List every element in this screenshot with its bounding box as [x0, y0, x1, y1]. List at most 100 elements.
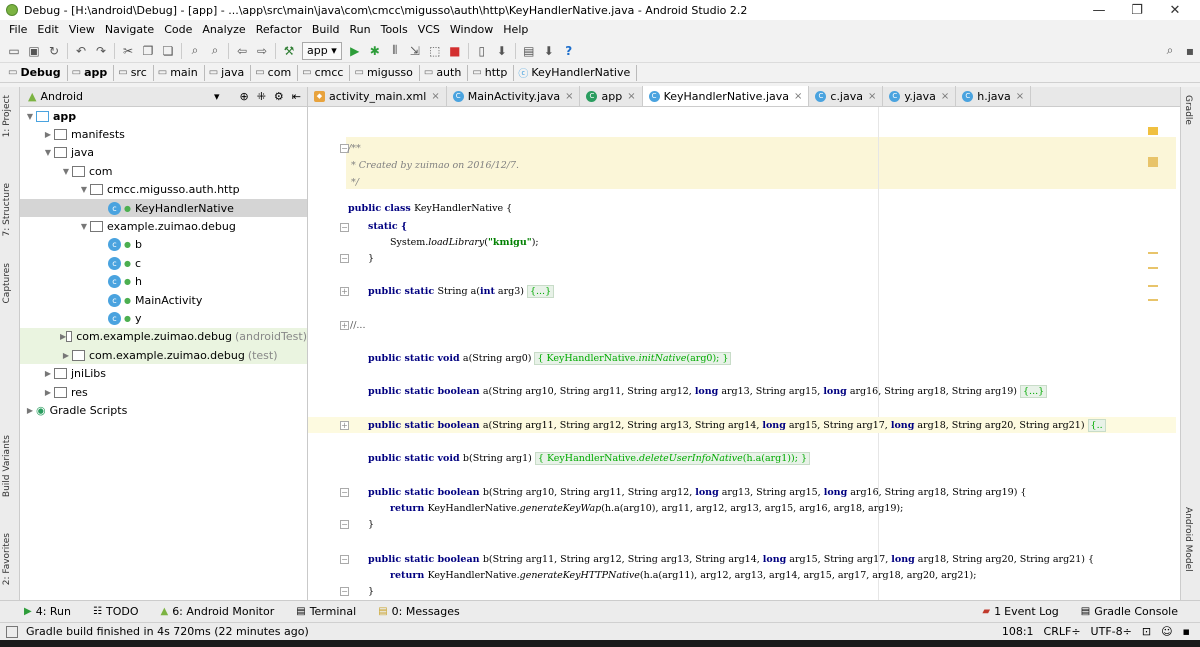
- fold-marker[interactable]: −: [340, 555, 349, 564]
- tree-item[interactable]: ▶ res: [20, 383, 307, 401]
- avd-manager-icon[interactable]: ▯: [472, 41, 492, 61]
- attach-debugger-icon[interactable]: ⬚: [425, 41, 445, 61]
- fold-marker[interactable]: −: [340, 223, 349, 232]
- menu-tools[interactable]: Tools: [376, 23, 413, 36]
- file-encoding[interactable]: UTF-8÷: [1091, 625, 1132, 638]
- tree-item[interactable]: c ● y: [20, 309, 307, 327]
- hector-icon[interactable]: ☺: [1161, 625, 1172, 638]
- tree-item[interactable]: ▼ app: [20, 107, 307, 125]
- folded-block[interactable]: { KeyHandlerNative.deleteUserInfoNative(…: [534, 451, 810, 465]
- tree-item[interactable]: c ● h: [20, 273, 307, 291]
- tool-tab-gradle[interactable]: Gradle: [1183, 95, 1193, 125]
- android-device-monitor-icon[interactable]: ⬇: [539, 41, 559, 61]
- menu-view[interactable]: View: [64, 23, 100, 36]
- menu-file[interactable]: File: [4, 23, 32, 36]
- fold-marker[interactable]: +: [340, 421, 349, 430]
- fold-marker[interactable]: −: [340, 520, 349, 529]
- scroll-marker[interactable]: [1148, 267, 1158, 269]
- close-tab-icon[interactable]: ×: [431, 91, 439, 102]
- breadcrumb-src[interactable]: ▭ src: [114, 64, 154, 81]
- close-button[interactable]: ✕: [1156, 3, 1194, 18]
- sync-icon[interactable]: ↻: [44, 41, 64, 61]
- folded-block[interactable]: {...}: [526, 284, 555, 298]
- replace-icon[interactable]: ⌕: [205, 41, 225, 61]
- run-icon[interactable]: ▶: [345, 41, 365, 61]
- editor-tab[interactable]: Cc.java ×: [809, 86, 884, 106]
- search-everywhere-icon[interactable]: ⌕: [1160, 41, 1180, 61]
- breadcrumb-main[interactable]: ▭ main: [154, 64, 205, 81]
- tool-tab-captures[interactable]: Captures: [2, 263, 12, 303]
- fold-marker[interactable]: +: [340, 287, 349, 296]
- undo-icon[interactable]: ↶: [71, 41, 91, 61]
- caret-position[interactable]: 108:1: [1002, 625, 1034, 638]
- tree-item[interactable]: ▼ cmcc.migusso.auth.http: [20, 181, 307, 199]
- chevron-down-icon[interactable]: ▼: [24, 112, 36, 121]
- breadcrumb-auth[interactable]: ▭ auth: [420, 64, 469, 81]
- gradle-console-tool-button[interactable]: ▤ Gradle Console: [1081, 605, 1178, 618]
- tree-item[interactable]: c ● b: [20, 236, 307, 254]
- profile-icon[interactable]: ⫴: [385, 41, 405, 61]
- scroll-marker[interactable]: [1148, 285, 1158, 287]
- status-message[interactable]: Gradle build finished in 4s 720ms (22 mi…: [26, 625, 1002, 638]
- tree-item[interactable]: ▶ com.example.zuimao.debug (androidTest): [20, 327, 307, 347]
- scroll-marker[interactable]: [1148, 299, 1158, 301]
- stop-icon[interactable]: ■: [445, 41, 465, 61]
- maximize-button[interactable]: ❐: [1118, 3, 1156, 18]
- chevron-right-icon[interactable]: ▶: [42, 130, 54, 139]
- menu-analyze[interactable]: Analyze: [197, 23, 250, 36]
- save-icon[interactable]: ▣: [24, 41, 44, 61]
- tree-item[interactable]: ▼ java: [20, 144, 307, 162]
- tool-tab-project[interactable]: 1: Project: [2, 95, 12, 137]
- apply-changes-icon[interactable]: ⇲: [405, 41, 425, 61]
- breadcrumb-migusso[interactable]: ▭ migusso: [350, 64, 420, 81]
- view-dropdown-icon[interactable]: ▾: [214, 90, 220, 103]
- editor-tab[interactable]: Cy.java ×: [883, 86, 957, 106]
- chevron-right-icon[interactable]: ▶: [24, 406, 36, 415]
- chevron-down-icon[interactable]: ▼: [78, 185, 90, 194]
- run-config-select[interactable]: app ▾: [302, 41, 342, 60]
- notifications-icon[interactable]: ▪: [1183, 625, 1190, 638]
- line-separator[interactable]: CRLF÷: [1044, 625, 1081, 638]
- chevron-right-icon[interactable]: ▶: [42, 388, 54, 397]
- fold-marker[interactable]: −: [340, 587, 349, 596]
- folded-block[interactable]: {..: [1087, 418, 1106, 432]
- tree-item[interactable]: c ● KeyHandlerNative: [20, 198, 307, 218]
- project-view-select[interactable]: Android: [40, 90, 213, 103]
- lock-icon[interactable]: ⊡: [1142, 625, 1151, 638]
- collapse-all-icon[interactable]: ⁜: [257, 90, 266, 103]
- chevron-right-icon[interactable]: ▶: [60, 351, 72, 360]
- folded-block[interactable]: { KeyHandlerNative.initNative(arg0); }: [534, 351, 732, 365]
- folded-block[interactable]: //...: [348, 320, 367, 331]
- project-structure-icon[interactable]: ▤: [519, 41, 539, 61]
- breadcrumb-http[interactable]: ▭ http: [468, 64, 515, 81]
- tool-tab-android-model[interactable]: Android Model: [1183, 507, 1193, 572]
- menu-build[interactable]: Build: [307, 23, 345, 36]
- scroll-marker[interactable]: [1148, 157, 1158, 167]
- tree-item[interactable]: ▶ manifests: [20, 125, 307, 143]
- menu-edit[interactable]: Edit: [32, 23, 63, 36]
- cut-icon[interactable]: ✂: [118, 41, 138, 61]
- analysis-status-icon[interactable]: [1148, 127, 1158, 135]
- back-icon[interactable]: ⇦: [232, 41, 252, 61]
- menu-window[interactable]: Window: [445, 23, 498, 36]
- close-tab-icon[interactable]: ×: [1016, 91, 1024, 102]
- tree-item[interactable]: ▼ com: [20, 162, 307, 180]
- tree-item[interactable]: ▶ jniLibs: [20, 364, 307, 382]
- forward-icon[interactable]: ⇨: [252, 41, 272, 61]
- event-log-tool-button[interactable]: ▰ 1 Event Log: [982, 605, 1058, 618]
- tree-item[interactable]: c ● c: [20, 254, 307, 272]
- tree-item[interactable]: c ● MainActivity: [20, 291, 307, 309]
- run-tool-button[interactable]: ▶ 4: Run: [24, 605, 71, 618]
- paste-icon[interactable]: ❏: [158, 41, 178, 61]
- chevron-down-icon[interactable]: ▼: [42, 148, 54, 157]
- tree-item[interactable]: ▶ com.example.zuimao.debug (test): [20, 346, 307, 365]
- todo-tool-button[interactable]: ☷ TODO: [93, 605, 138, 618]
- menu-run[interactable]: Run: [345, 23, 376, 36]
- tool-tab-favorites[interactable]: 2: Favorites: [2, 533, 12, 585]
- messages-tool-button[interactable]: ▤ 0: Messages: [378, 605, 460, 618]
- editor-tab[interactable]: Ch.java ×: [956, 86, 1032, 106]
- chevron-right-icon[interactable]: ▶: [42, 369, 54, 378]
- error-stripe[interactable]: [1148, 127, 1158, 600]
- menu-vcs[interactable]: VCS: [413, 23, 445, 36]
- tool-tab-build-variants[interactable]: Build Variants: [2, 435, 12, 497]
